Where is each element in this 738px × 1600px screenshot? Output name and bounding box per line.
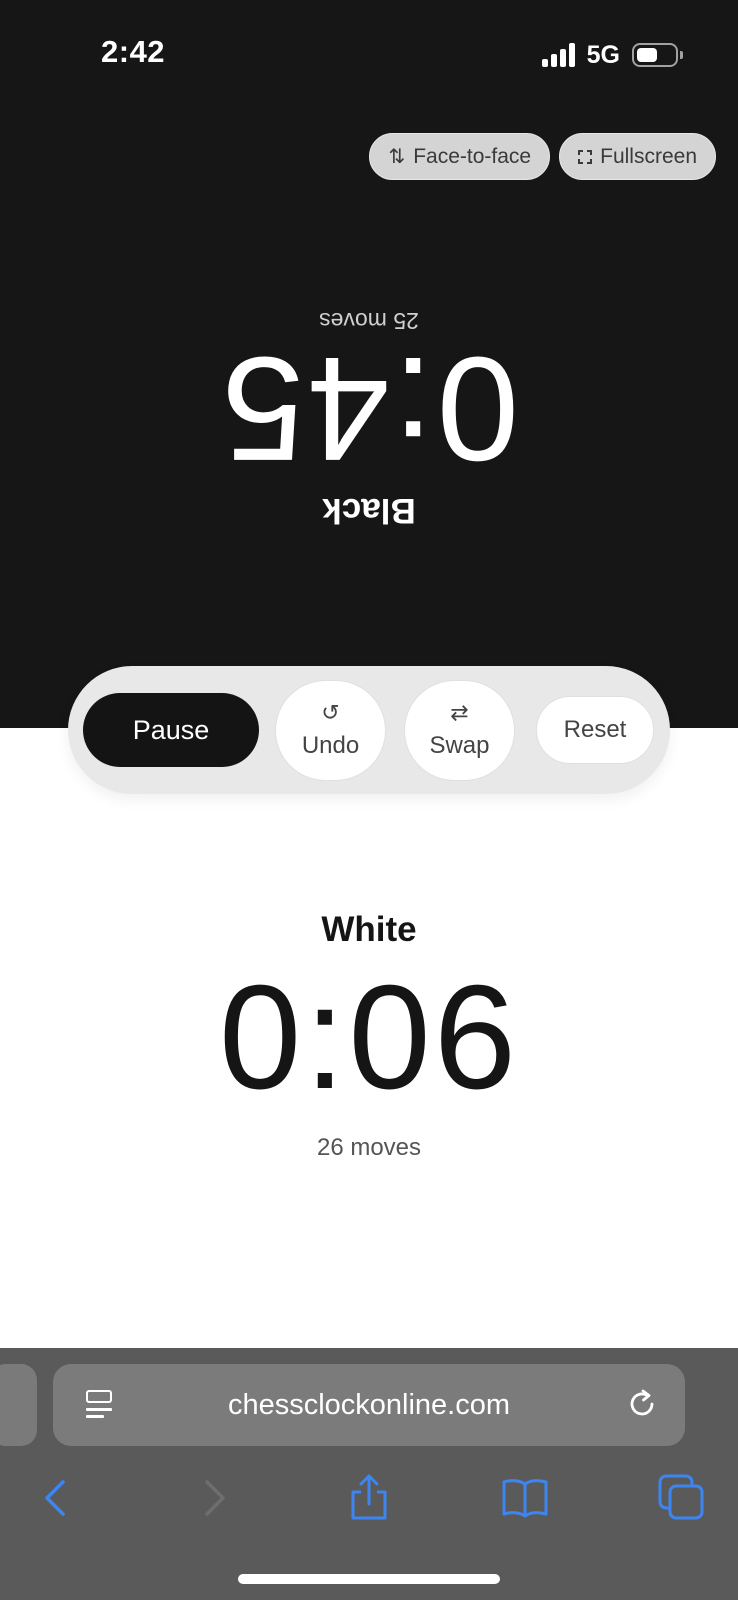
black-player-moves: 25 moves [319, 308, 419, 334]
swap-label: Swap [429, 731, 490, 759]
control-bar: Pause ↺ Undo ⇄ Swap Reset [68, 666, 670, 794]
white-player-clock[interactable]: White 0:06 26 moves [0, 910, 738, 1162]
swap-horizontal-icon: ⇄ [450, 699, 469, 725]
face-to-face-button[interactable]: ⇅ Face-to-face [369, 133, 551, 180]
share-icon[interactable] [343, 1472, 395, 1524]
undo-icon: ↺ [321, 699, 340, 725]
undo-button[interactable]: ↺ Undo [275, 680, 386, 781]
back-icon[interactable] [30, 1472, 82, 1524]
battery-icon [632, 43, 683, 67]
bookmarks-icon[interactable] [499, 1472, 551, 1524]
fullscreen-button[interactable]: Fullscreen [559, 133, 716, 180]
white-player-name: White [321, 910, 417, 949]
reset-button[interactable]: Reset [536, 696, 654, 764]
network-label: 5G [586, 40, 620, 69]
chess-clock-screen: 2:42 5G ⇅ Face-to-face Fullscreen Black … [0, 0, 738, 1600]
cellular-signal-icon [541, 43, 575, 67]
top-button-group: ⇅ Face-to-face Fullscreen [369, 133, 716, 180]
browser-toolbar [0, 1472, 738, 1532]
browser-chrome: chessclockonline.com [0, 1348, 738, 1600]
white-player-time: 0:06 [218, 955, 520, 1120]
face-to-face-label: Face-to-face [413, 144, 532, 168]
black-player-time: 0:45 [218, 326, 520, 491]
status-bar: 2:42 5G [0, 0, 738, 110]
previous-tab-preview[interactable] [0, 1364, 37, 1446]
fullscreen-icon [578, 149, 593, 164]
address-bar[interactable]: chessclockonline.com [53, 1364, 685, 1446]
swap-vertical-icon: ⇅ [388, 146, 406, 168]
fullscreen-label: Fullscreen [600, 144, 697, 168]
swap-button[interactable]: ⇄ Swap [404, 680, 515, 781]
pause-button[interactable]: Pause [83, 693, 259, 767]
undo-label: Undo [301, 731, 360, 759]
reload-icon[interactable] [625, 1387, 659, 1421]
status-time: 2:42 [101, 34, 166, 69]
black-player-name: Black [322, 491, 416, 530]
url-text: chessclockonline.com [227, 1389, 511, 1421]
forward-icon[interactable] [188, 1472, 240, 1524]
black-player-clock: Black 0:45 25 moves [0, 290, 738, 540]
white-player-moves: 26 moves [316, 1134, 422, 1161]
black-player-panel[interactable]: 2:42 5G ⇅ Face-to-face Fullscreen Black … [0, 0, 738, 728]
home-indicator [238, 1574, 500, 1584]
tabs-icon[interactable] [656, 1472, 708, 1524]
status-indicators: 5G [541, 40, 683, 70]
